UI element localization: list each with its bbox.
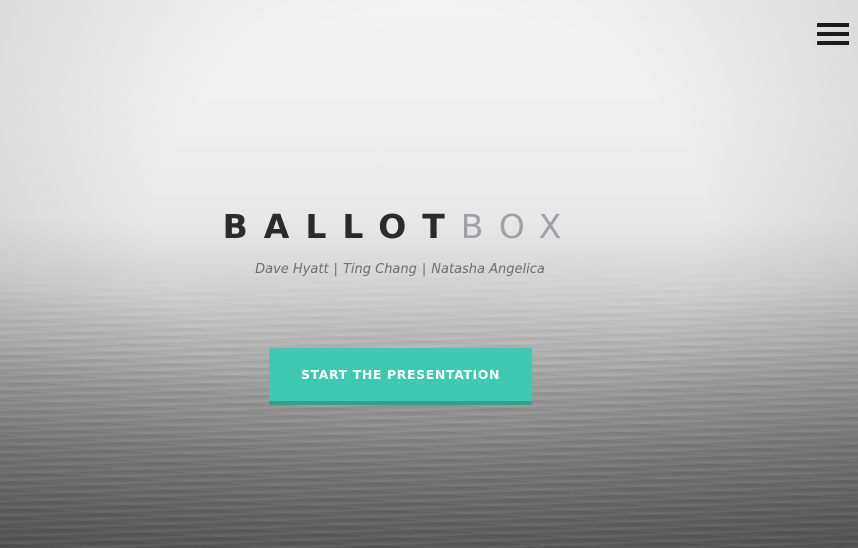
author-separator: | (333, 262, 338, 277)
menu-bar-top (817, 23, 849, 27)
title-part-ballot: BALLOT (222, 207, 461, 246)
menu-bar-bottom (817, 41, 849, 45)
author-name: Dave Hyatt (255, 262, 329, 277)
authors-line: Dave Hyatt | Ting Chang | Natasha Angelica (0, 262, 800, 277)
author-name: Natasha Angelica (431, 262, 545, 277)
author-name: Ting Chang (342, 262, 417, 277)
title-part-box: BOX (460, 207, 578, 246)
menu-bar-middle (817, 32, 849, 36)
hamburger-icon[interactable] (817, 23, 849, 45)
page-title: BALLOTBOX (0, 205, 800, 249)
author-separator: | (421, 262, 427, 277)
hero-page: BALLOTBOX Dave Hyatt | Ting Chang | Natasha … (0, 0, 858, 548)
start-presentation-button[interactable]: START THE PRESENTATION (269, 348, 532, 405)
